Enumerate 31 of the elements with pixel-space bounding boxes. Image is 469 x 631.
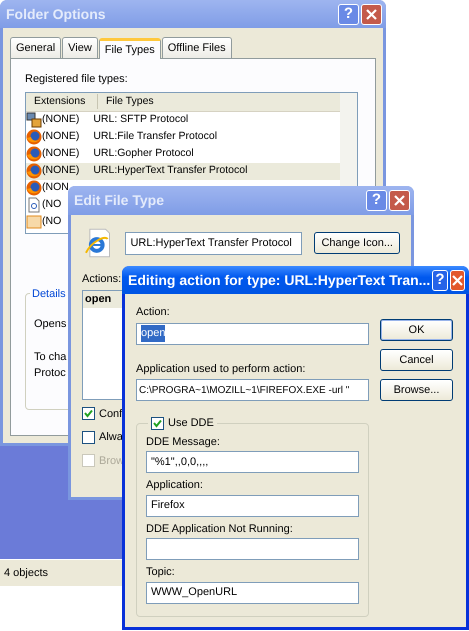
actions-label: Actions: — [82, 272, 122, 287]
details-text: Opens — [34, 317, 68, 332]
file-type-text: URL:HyperText Transfer Protocol — [93, 163, 248, 178]
field-label: DDE Application Not Running: — [146, 522, 294, 536]
checkbox-label: Use DDE — [168, 416, 214, 431]
extension-text: (NON — [42, 180, 69, 196]
checkbox-label: Alwa — [99, 430, 123, 445]
field-label: Application used to perform action: — [136, 362, 306, 376]
extension-text: (NO — [42, 197, 62, 212]
file-type-text: URL:Gopher Protocol — [93, 146, 194, 162]
file-type-text: URL: SFTP Protocol — [93, 112, 188, 128]
details-text: Protoc — [34, 366, 67, 381]
field-label: Application: — [146, 478, 204, 493]
window-title: Editing action for type: URL:HyperText Tran... — [128, 270, 430, 290]
extension-text: (NO — [42, 214, 62, 230]
list-label: Registered file types: — [25, 72, 129, 87]
window-title: Edit File Type — [74, 191, 165, 210]
extension-text: (NONE) — [42, 146, 80, 162]
field-value: open — [141, 325, 166, 342]
group-legend: Details — [30, 286, 68, 302]
window-title: Folder Options — [6, 4, 107, 24]
extension-text: (NONE) — [42, 129, 80, 144]
field-label: Action: — [136, 305, 171, 320]
details-text: To cha — [34, 350, 68, 364]
extension-text: (NONE) — [42, 112, 80, 128]
extension-text: (NONE) — [42, 163, 80, 178]
file-type-text: URL:File Transfer Protocol — [93, 129, 218, 144]
field-label: DDE Message: — [146, 434, 221, 450]
status-text: 4 objects — [4, 566, 48, 581]
checkbox-label: Conf — [99, 406, 122, 422]
field-label: Topic: — [146, 565, 176, 580]
